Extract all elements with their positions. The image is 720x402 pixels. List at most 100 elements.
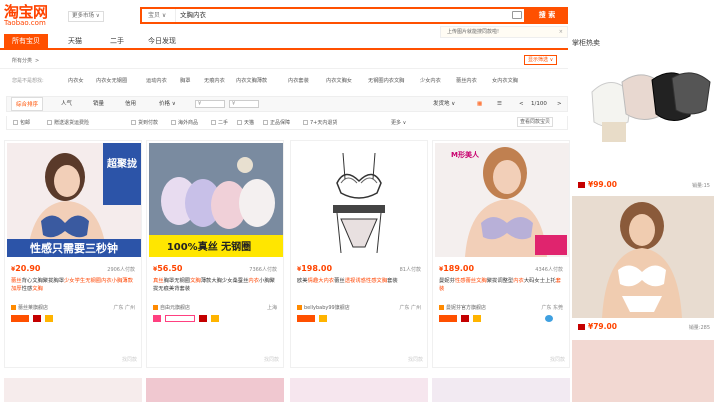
checkbox-overseas[interactable]: 海外商品 — [171, 119, 198, 126]
search-input[interactable]: 文胸内衣 — [180, 9, 206, 22]
gold-icon — [472, 315, 481, 322]
find-similar[interactable]: 找同款 — [408, 356, 423, 363]
search-bar: 宝贝 ∨ 文胸内衣 — [140, 7, 526, 24]
product-card[interactable]: M形美人 ¥189.00 4346人付款 曼妮芬性感蕾丝文胸聚拢调整型内衣大码女… — [432, 140, 570, 368]
checkbox-genuine[interactable]: 正品保障 — [263, 119, 290, 126]
list-view-icon[interactable]: ☰ — [497, 97, 502, 111]
product-sales: 7366人付款 — [249, 267, 277, 273]
sort-credit[interactable]: 信用 — [125, 97, 136, 111]
tab-secondhand[interactable]: 二手 — [100, 34, 134, 48]
product-sales: 81人付款 — [399, 267, 421, 273]
checkbox-cod[interactable]: 货到付款 — [131, 119, 158, 126]
find-similar[interactable]: 找同款 — [122, 356, 137, 363]
sort-sales[interactable]: 销量 — [93, 97, 104, 111]
shop-link[interactable]: bellybaby99旗舰店 — [297, 304, 350, 311]
page-indicator: 1/100 — [531, 101, 547, 107]
hot-sale-card[interactable]: ¥99.00 销量:15 — [572, 52, 714, 192]
find-similar[interactable]: 找同款 — [264, 356, 279, 363]
suggestion-item[interactable]: 内衣套装 — [288, 77, 309, 84]
shop-link[interactable]: 曼妮芬官方旗舰店 — [439, 304, 486, 311]
product-image[interactable] — [572, 196, 714, 318]
price-max-input[interactable]: ¥ — [229, 100, 259, 108]
product-image[interactable]: 100%真丝 无钢圈 — [149, 143, 283, 257]
hot-sale-sales: 销量:15 — [691, 183, 710, 189]
badge-icon — [297, 315, 315, 322]
search-scope-select[interactable]: 宝贝 ∨ — [142, 9, 176, 22]
product-image[interactable] — [572, 52, 714, 174]
sort-popularity[interactable]: 人气 — [61, 97, 72, 111]
tab-all[interactable]: 所有宝贝 — [4, 34, 48, 48]
gold-icon — [210, 315, 219, 322]
suggestion-item[interactable]: 内衣文胸女 — [326, 77, 352, 84]
checkbox-secondhand[interactable]: 二手 — [211, 119, 228, 126]
prev-page-icon[interactable]: < — [519, 97, 524, 111]
checkbox-return-insurance[interactable]: 赠送退货运费险 — [47, 119, 89, 126]
product-title[interactable]: 蕾丝背心文胸聚拢胸罩少女学生无钢圈内衣小胸薄款加厚性感文胸 — [11, 277, 137, 301]
find-similar[interactable]: 找同款 — [550, 356, 565, 363]
sort-price[interactable]: 价格 ∨ — [159, 97, 176, 111]
product-title[interactable]: 欧美情趣大内衣蕾丝透视诱惑性感文胸套装 — [297, 277, 423, 301]
product-badges — [11, 315, 55, 322]
product-image[interactable] — [293, 143, 427, 257]
product-price: ¥56.50 — [153, 264, 183, 273]
checkbox-tmall[interactable]: 天猫 — [237, 119, 254, 126]
camera-icon[interactable] — [512, 11, 522, 19]
gold-icon — [44, 315, 53, 322]
region-select[interactable]: 更多市场 ∨ — [68, 11, 104, 22]
breadcrumb[interactable]: 所有分类 > — [12, 57, 39, 64]
hot-sale-price: ¥79.00 — [578, 322, 617, 331]
product-card[interactable]: 超聚拢 性感只需要三秒钟 ¥20.90 2906人付款 蕾丝背心文胸聚拢胸罩少女… — [4, 140, 142, 368]
logo-cn: 淘宝网 — [4, 3, 48, 21]
suggestion-item[interactable]: 女内衣文胸 — [492, 77, 518, 84]
tab-tmall[interactable]: 天猫 — [58, 34, 92, 48]
product-badges — [297, 315, 329, 322]
product-card[interactable] — [290, 378, 428, 402]
suggestion-item[interactable]: 内衣文胸薄款 — [236, 77, 267, 84]
product-image[interactable]: 超聚拢 性感只需要三秒钟 — [7, 143, 141, 257]
brand-text: M形美人 — [451, 150, 480, 159]
product-card[interactable]: ¥198.00 81人付款 欧美情趣大内衣蕾丝透视诱惑性感文胸套装 bellyb… — [290, 140, 428, 368]
taobao-logo[interactable]: 淘宝网 Taobao.com — [4, 4, 62, 28]
product-card[interactable]: 100%真丝 无钢圈 ¥56.50 7366人付款 真丝胸罩无钢圈文胸薄款大胸少… — [146, 140, 284, 368]
suggestion-item[interactable]: 胸罩 — [180, 77, 190, 84]
suggestion-item[interactable]: 无痕内衣 — [204, 77, 225, 84]
suggestion-item[interactable]: 内衣女 — [68, 77, 84, 84]
checkbox-return-7days[interactable]: 7+天内退货 — [303, 119, 337, 126]
search-button[interactable]: 搜 索 — [526, 7, 568, 24]
price-min-input[interactable]: ¥ — [195, 100, 225, 108]
product-image[interactable]: M形美人 — [435, 143, 569, 257]
chevron-right-icon: > — [35, 58, 40, 64]
shop-link[interactable]: 自由元旗舰店 — [153, 304, 190, 311]
grid-view-icon[interactable]: ▦ — [477, 97, 482, 111]
hot-sale-card[interactable] — [572, 340, 714, 402]
tab-discover[interactable]: 今日发现 — [140, 34, 184, 48]
hot-sale-card[interactable]: ¥79.00 销量:285 — [572, 196, 714, 336]
suggestion-item[interactable]: 蕾丝内衣 — [456, 77, 477, 84]
badge-icon — [164, 315, 195, 322]
show-filter-button[interactable]: 显示筛选 ∨ — [524, 55, 558, 65]
ship-from-select[interactable]: 发货地 ∨ — [433, 97, 455, 111]
same-style-button[interactable]: 查看同款宝贝 — [517, 117, 554, 127]
tmall-icon — [198, 315, 207, 322]
product-title[interactable]: 真丝胸罩无钢圈文胸薄款大胸少女桑蚕丝内衣小胸聚拢无痕美背套装 — [153, 277, 279, 301]
more-filters-button[interactable]: 更多 ∨ — [391, 119, 406, 126]
banner-top: 超聚拢 — [106, 157, 137, 170]
next-page-icon[interactable]: > — [557, 97, 562, 111]
product-title[interactable]: 曼妮芬性感蕾丝文胸聚拢调整型内衣大码女士上托套装 — [439, 277, 565, 301]
product-card[interactable] — [4, 378, 142, 402]
checkbox-free-shipping[interactable]: 包邮 — [13, 119, 30, 126]
badge-icon — [11, 315, 29, 322]
sort-default[interactable]: 综合排序 — [11, 97, 44, 111]
suggestion-item[interactable]: 少女内衣 — [420, 77, 441, 84]
breadcrumb-label: 所有分类 — [12, 58, 33, 64]
hot-sale-title: 掌柜热卖 — [572, 39, 600, 47]
suggestion-item[interactable]: 运动内衣 — [146, 77, 167, 84]
shop-link[interactable]: 蕾丝莱旗舰店 — [11, 304, 48, 311]
suggestion-item[interactable]: 无钢圈内衣文胸 — [368, 77, 404, 84]
shop-icon — [297, 305, 302, 310]
suggestion-item[interactable]: 内衣女无钢圈 — [96, 77, 127, 84]
tmall-icon — [578, 324, 585, 330]
product-card[interactable] — [432, 378, 570, 402]
product-card[interactable] — [146, 378, 284, 402]
banner-bottom: 性感只需要三秒钟 — [30, 241, 118, 255]
